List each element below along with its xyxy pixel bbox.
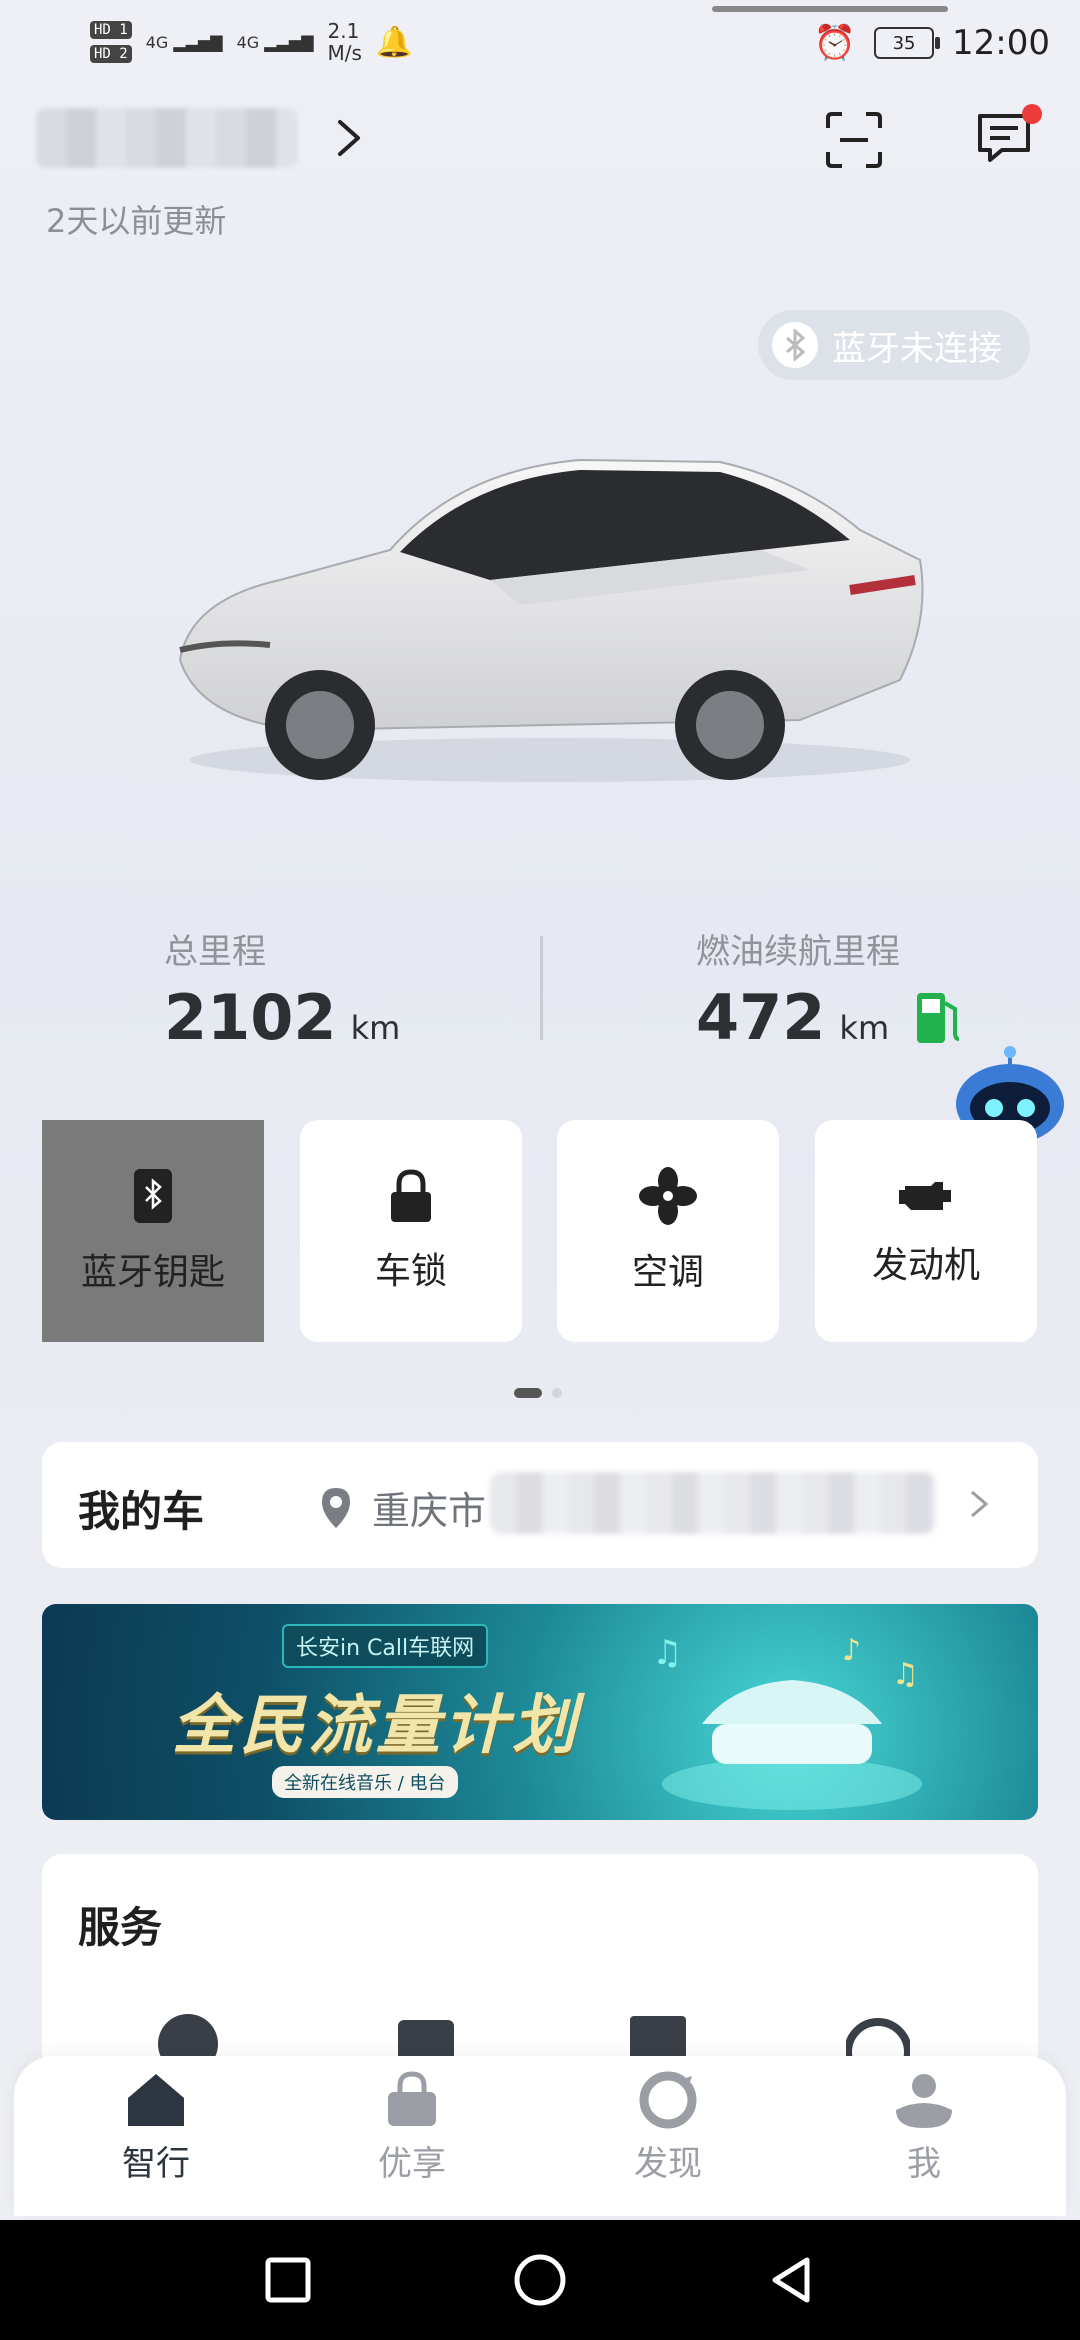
stats-divider [540,936,543,1040]
svg-text:♪: ♪ [842,1633,861,1668]
network-speed: 2.1 M/s [327,19,362,65]
home-button-icon[interactable] [513,2253,567,2307]
system-nav-bar [0,2220,1080,2340]
back-icon[interactable] [767,2255,817,2305]
banner-subtitle: 全新在线音乐 / 电台 [272,1766,458,1798]
lock-icon [391,1169,431,1222]
nav-label: 发现 [634,2144,702,2184]
status-indicator-line [712,6,948,12]
hd-badge-2: HD 2 [90,45,132,63]
total-mileage-label: 总里程 [164,932,266,972]
bluetooth-status-pill[interactable]: 蓝牙未连接 [758,310,1030,380]
promo-banner[interactable]: 长安in Call车联网 全民流量计划 全新在线音乐 / 电台 ♫ ♪ ♫ [42,1604,1038,1820]
bluetooth-status-text: 蓝牙未连接 [832,328,1002,369]
nav-label: 我 [907,2144,941,2184]
recent-apps-icon[interactable] [263,2255,313,2305]
discover-icon [639,2071,697,2129]
nav-item-discover[interactable]: 发现 [598,2070,738,2185]
car-image [178,458,924,782]
profile-icon [896,2074,952,2128]
notification-dot [1022,104,1042,124]
svg-text:♫: ♫ [652,1633,682,1673]
chevron-right-icon[interactable] [330,108,370,168]
tile-car-lock[interactable]: 车锁 [300,1120,522,1342]
hd-badge-1: HD 1 [90,21,132,39]
tile-label: 发动机 [871,1245,980,1286]
scan-icon[interactable] [822,108,886,172]
home-icon [128,2074,184,2126]
signal-icon-2: 4G ▂▃▅▇ [236,32,314,52]
fuel-range-label: 燃油续航里程 [696,932,900,972]
nav-label: 智行 [122,2144,190,2184]
location-address-blurred [490,1472,936,1534]
my-car-title: 我的车 [78,1487,205,1536]
tile-label: 空调 [631,1252,704,1293]
signal-icon-1: 4G ▂▃▅▇ [145,32,223,52]
tile-engine[interactable]: 发动机 [815,1120,1037,1342]
total-mileage-unit: km [350,1009,401,1047]
banner-tag: 长安in Call车联网 [282,1624,489,1668]
fan-icon [639,1167,697,1225]
tile-air-conditioning[interactable]: 空调 [557,1120,779,1342]
service-icon-4[interactable] [846,2012,910,2060]
nav-item-benefits[interactable]: 优享 [342,2070,482,2185]
my-car-location: 重庆市 [372,1489,487,1533]
bag-icon [388,2071,436,2126]
fuel-range-value: 472 [696,981,826,1054]
location-pin-icon [322,1488,350,1528]
service-icon-1[interactable] [156,2012,220,2060]
page-dot [552,1388,562,1398]
fuel-range: 燃油续航里程 472 km [696,924,963,1054]
service-icon-2[interactable] [394,2012,458,2060]
banner-car-illustration: ♫ ♪ ♫ [652,1633,922,1810]
service-title: 服务 [78,1903,163,1952]
service-icon-3[interactable] [626,2012,690,2060]
clock: 12:00 [952,23,1050,63]
total-mileage-value: 2102 [164,981,337,1054]
total-mileage: 总里程 2102 km [164,924,400,1054]
nav-label: 优享 [378,2144,446,2184]
battery-icon: 35 [874,27,941,59]
message-button[interactable] [972,104,1042,170]
vehicle-name-blurred[interactable] [36,108,298,168]
tile-bluetooth-key[interactable]: 蓝牙钥匙 [42,1120,264,1342]
nav-item-profile[interactable]: 我 [854,2070,994,2185]
chevron-right-icon[interactable] [966,1484,992,1524]
tile-label: 蓝牙钥匙 [80,1252,225,1293]
page-indicator [514,1388,562,1398]
status-bar-right: ⏰ 35 12:00 [814,18,1050,68]
status-bar-left: HD 1 HD 2 4G ▂▃▅▇ 4G ▂▃▅▇ 2.1 M/s 🔔 [90,14,413,70]
banner-title: 全民流量计划 [172,1689,580,1763]
nav-item-home[interactable]: 智行 [86,2070,226,2185]
bluetooth-icon [772,322,818,368]
svg-text:♫: ♫ [892,1657,919,1692]
alarm-icon: ⏰ [813,23,857,63]
tile-label: 车锁 [374,1251,447,1292]
engine-icon [899,1182,951,1210]
fuel-pump-icon [917,992,960,1043]
qq-icon: 🔔 [375,24,414,60]
page-dot-active [514,1388,542,1398]
last-update-text: 2天以前更新 [46,202,227,240]
fuel-range-unit: km [839,1009,890,1047]
bluetooth-key-icon [134,1169,172,1223]
